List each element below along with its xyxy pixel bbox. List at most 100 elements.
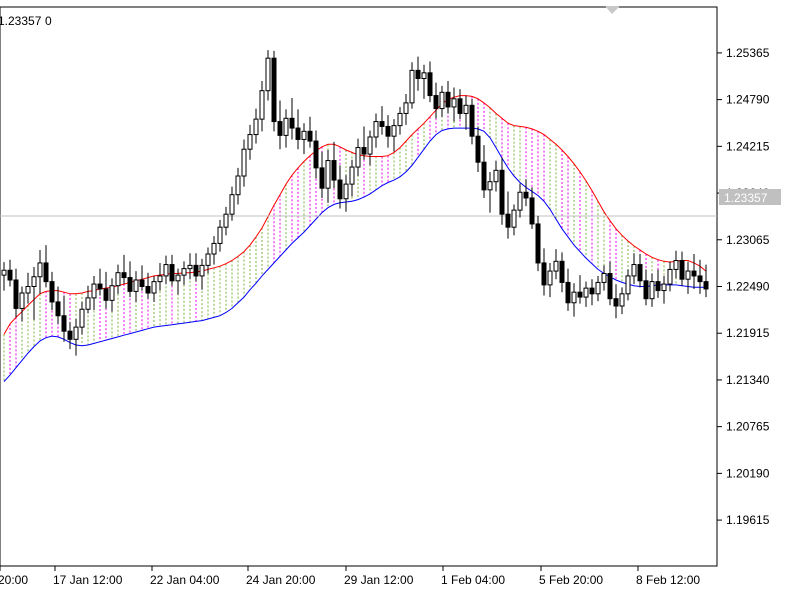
candle-body-bearish [193,264,199,277]
candle-body-bearish [607,273,613,300]
candle-body-bullish [661,283,667,292]
price-tick-label: 1.21340 [726,373,770,387]
candle-body-bullish [601,273,607,283]
price-tick-label: 1.23065 [726,233,770,247]
candle [271,50,277,132]
candle-body-bearish [469,104,475,137]
candle-body-bullish [283,117,289,136]
candle-body-bullish [631,264,637,277]
candle-body-bearish [13,279,19,309]
candle-body-bearish [121,272,127,279]
time-tick-label: 24 Jan 20:00 [246,573,316,587]
candle-body-bullish [211,242,217,255]
candle-body-bullish [391,125,397,137]
candle-body-bearish [295,127,301,140]
candle-body-bullish [349,166,355,185]
candle-body-bearish [535,223,541,264]
candle-body-bearish [655,281,661,292]
candle-body-bullish [157,275,163,283]
candle-body-bearish [427,72,433,97]
candle-body-bearish [637,264,643,282]
time-tick-label: 20:00 [0,573,28,587]
candle-body-bearish [331,160,337,181]
candle-body-bearish [445,91,451,108]
candle-body-bearish [697,275,703,283]
price-tick-label: 1.24790 [726,93,770,107]
candle-body-bearish [67,330,73,340]
candle-body-bullish [325,160,331,189]
candle-body-bearish [379,121,385,127]
candle-body-bearish [319,167,325,189]
candle-body-bullish [31,276,37,287]
candle-body-bullish [91,283,97,299]
candle-body-bearish [97,283,103,290]
candle-body-bullish [571,291,577,304]
candle-body-bullish [451,98,457,108]
candle-body-bearish [481,161,487,191]
candle-body-bearish [55,301,61,317]
candle-body-bearish [361,147,367,155]
candle-body-bullish [421,72,427,79]
candle-body-bullish [253,118,259,136]
candle-body-bearish [169,264,175,282]
current-price-label: 1.23357 [724,191,768,205]
candle-body-bullish [403,102,409,114]
price-tick-label: 1.24215 [726,139,770,153]
time-tick-label: 8 Feb 12:00 [636,573,700,587]
candle-body-bearish [307,130,313,142]
candle-body-bullish [1,269,7,276]
price-tick-label: 1.22490 [726,280,770,294]
candle-body-bullish [79,308,85,328]
candle-body-bullish [673,260,679,270]
candle-body-bullish [547,270,553,286]
candle-body-bullish [595,281,601,295]
candle-body-bullish [199,264,205,277]
candle-body-bullish [25,286,31,294]
price-chart[interactable]: 1.253651.247901.242151.236401.230651.224… [0,0,800,600]
candle-body-bearish [7,269,13,281]
candle-body-bullish [223,213,229,228]
candle-body-bullish [235,175,241,196]
candle-body-bearish [61,315,67,332]
candle-body-bullish [487,181,493,191]
candle-body-bearish [145,286,151,294]
price-tick-label: 1.20765 [726,420,770,434]
candle-body-bullish [109,285,115,301]
candle-body-bullish [265,57,271,92]
candle-body-bearish [679,260,685,280]
candle-body-bearish [499,169,505,215]
price-tick-label: 1.25365 [726,46,770,60]
candle-body-bearish [589,287,595,295]
candle-body-bearish [313,140,319,169]
candle-body-bearish [337,179,343,200]
candle-body-bullish [247,134,253,150]
candle-body-bullish [649,281,655,300]
candle-body-bullish [301,130,307,140]
candle-body-bullish [19,292,25,309]
candle-body-bearish [385,125,391,137]
candle-body-bullish [667,268,673,285]
candle-body-bullish [583,287,589,298]
candle-body-bullish [85,297,91,310]
candle-body-bullish [619,293,625,307]
candle-body-bearish [43,262,49,283]
candle-body-bearish [577,291,583,298]
candle-body-bullish [685,270,691,280]
candle-body-bearish [565,281,571,304]
candle-body-bearish [541,262,547,286]
candle-body-bearish [433,95,439,110]
candle-body-bullish [73,326,79,340]
candle-body-bearish [703,281,709,290]
candle-body-bullish [133,279,139,292]
candle-body-bearish [505,213,511,228]
time-tick-label: 22 Jan 04:00 [150,573,220,587]
candle-body-bullish [511,209,517,228]
candle-body-bearish [103,288,109,301]
candle-body-bullish [343,183,349,200]
candle-body-bearish [49,281,55,303]
candle-body-bullish [493,169,499,183]
candle-body-bullish [367,136,373,155]
time-tick-label: 5 Feb 20:00 [539,573,603,587]
candle-body-bearish [457,98,463,114]
candle-body-bearish [613,298,619,307]
